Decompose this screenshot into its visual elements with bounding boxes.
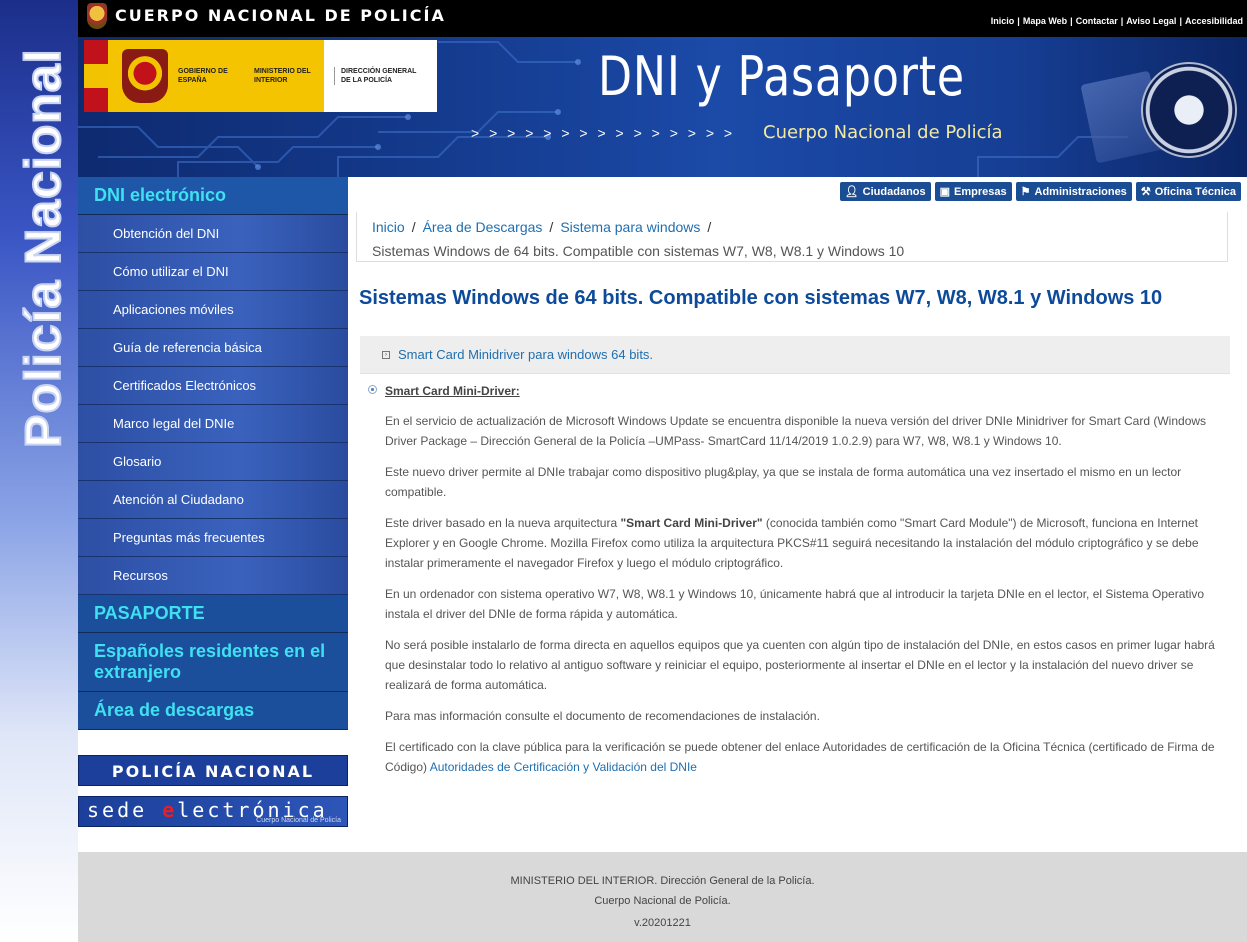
arrow-right-icon: › — [382, 351, 390, 359]
section-title: Smart Card Mini-Driver: — [385, 384, 520, 398]
breadcrumb-current: Sistemas Windows de 64 bits. Compatible … — [372, 243, 905, 259]
anchor-box: › Smart Card Minidriver para windows 64 … — [360, 336, 1230, 374]
policia-nacional-banner[interactable]: POLICÍA NACIONAL — [78, 755, 348, 786]
user-icon: 👤︎ — [844, 186, 859, 198]
flag-icon: ⚑ — [1020, 186, 1031, 198]
paragraph: En el servicio de actualización de Micro… — [385, 414, 1207, 448]
nav-item-guia[interactable]: Guía de referencia básica — [78, 329, 348, 367]
page-title: Sistemas Windows de 64 bits. Compatible … — [359, 287, 1163, 309]
ministerio-label: MINISTERIO DEL INTERIOR — [254, 68, 311, 84]
sede-electronica-banner[interactable]: sede electrónica Cuerpo Nacional de Poli… — [78, 796, 348, 827]
top-link-accesibilidad[interactable]: Accesibilidad — [1185, 16, 1243, 26]
top-link-inicio[interactable]: Inicio — [991, 16, 1015, 26]
paragraph: Para mas información consulte el documen… — [385, 709, 820, 723]
nav-item-aplicaciones[interactable]: Aplicaciones móviles — [78, 291, 348, 329]
nav-item-preguntas[interactable]: Preguntas más frecuentes — [78, 519, 348, 557]
paragraph: En un ordenador con sistema operativo W7… — [385, 587, 1205, 621]
role-buttons: 👤︎ Ciudadanos ▣ Empresas ⚑ Administraciones… — [839, 182, 1241, 201]
gobierno-label: GOBIERNO DE ESPAÑA — [178, 68, 228, 84]
left-nav: DNI electrónico Obtención del DNI Cómo u… — [78, 177, 348, 730]
breadcrumb: Inicio / Área de Descargas / Sistema para wi… — [356, 212, 1228, 262]
flag-stripe — [84, 40, 108, 112]
nav-item-atencion[interactable]: Atención al Ciudadano — [78, 481, 348, 519]
nav-header-pasaporte[interactable]: PASAPORTE — [78, 595, 348, 633]
wrench-icon: ⚒ — [1140, 186, 1151, 198]
breadcrumb-inicio[interactable]: Inicio — [372, 219, 405, 235]
header-banner: GOBIERNO DE ESPAÑA MINISTERIO DEL INTERI… — [78, 37, 1247, 177]
footer-line2: Cuerpo Nacional de Policía. — [594, 895, 731, 907]
paragraph: Este nuevo driver permite al DNIe trabaj… — [385, 465, 1182, 499]
briefcase-icon: ▣ — [939, 186, 951, 198]
nav-item-marco-legal[interactable]: Marco legal del DNIe — [78, 405, 348, 443]
breadcrumb-area-descargas[interactable]: Área de Descargas — [423, 219, 543, 235]
site-brand[interactable]: CUERPO NACIONAL DE POLICÍA — [115, 6, 446, 25]
top-link-mapa-web[interactable]: Mapa Web — [1023, 16, 1067, 26]
sede-banner-subtitle: Cuerpo Nacional de Policía — [256, 817, 341, 824]
top-link-contactar[interactable]: Contactar — [1076, 16, 1118, 26]
nav-header-residentes[interactable]: Españoles residentes en el extranjero — [78, 633, 348, 692]
top-links: Inicio | Mapa Web | Contactar | Aviso Legal | Ac… — [990, 16, 1243, 26]
footer-line1: MINISTERIO DEL INTERIOR. Dirección Gener… — [510, 875, 815, 887]
bullet-icon — [368, 385, 377, 394]
top-bar: CUERPO NACIONAL DE POLICÍA Inicio | Mapa W… — [78, 0, 1247, 37]
nav-item-obtencion[interactable]: Obtención del DNI — [78, 215, 348, 253]
nav-header-descargas[interactable]: Área de descargas — [78, 692, 348, 730]
paragraph: El certificado con la clave pública para… — [385, 740, 1215, 774]
autoridades-link[interactable]: Autoridades de Certificación y Validació… — [430, 760, 697, 774]
banner-title: DNI y Pasaporte — [598, 45, 966, 108]
nav-header-dni[interactable]: DNI electrónico — [78, 177, 348, 215]
empresas-button[interactable]: ▣ Empresas — [934, 182, 1012, 201]
banner-subtitle: Cuerpo Nacional de Policía — [763, 122, 1003, 143]
nav-item-recursos[interactable]: Recursos — [78, 557, 348, 595]
main-content: Smart Card Mini-Driver: En el servicio d… — [368, 382, 1218, 777]
nav-item-como-utilizar[interactable]: Cómo utilizar el DNI — [78, 253, 348, 291]
police-crest-icon — [87, 3, 107, 29]
footer: MINISTERIO DEL INTERIOR. Dirección Gener… — [78, 852, 1247, 942]
nav-item-certificados[interactable]: Certificados Electrónicos — [78, 367, 348, 405]
administraciones-button[interactable]: ⚑ Administraciones — [1015, 182, 1132, 201]
direccion-general-label: DIRECCIÓN GENERAL DE LA POLICÍA — [334, 67, 420, 85]
paragraph: No será posible instalarlo de forma dire… — [385, 638, 1215, 692]
footer-version: v.20201221 — [634, 917, 691, 929]
police-badge-icon — [1141, 62, 1237, 158]
top-link-aviso-legal[interactable]: Aviso Legal — [1126, 16, 1176, 26]
oficina-tecnica-button[interactable]: ⚒ Oficina Técnica — [1135, 182, 1241, 201]
coat-of-arms-icon — [122, 49, 168, 103]
ciudadanos-button[interactable]: 👤︎ Ciudadanos — [839, 182, 931, 201]
side-brand-strip: Policía Nacional — [0, 0, 78, 942]
government-logos: GOBIERNO DE ESPAÑA MINISTERIO DEL INTERI… — [84, 40, 437, 112]
banner-arrows: > > > > > > > > > > > > > > > — [471, 125, 736, 141]
paragraph: Este driver basado en la nueva arquitect… — [385, 516, 1199, 570]
side-brand-text: Policía Nacional — [14, 48, 72, 449]
nav-item-glosario[interactable]: Glosario — [78, 443, 348, 481]
anchor-link-minidriver[interactable]: Smart Card Minidriver para windows 64 bi… — [398, 347, 653, 362]
breadcrumb-sistema-windows[interactable]: Sistema para windows — [560, 219, 700, 235]
